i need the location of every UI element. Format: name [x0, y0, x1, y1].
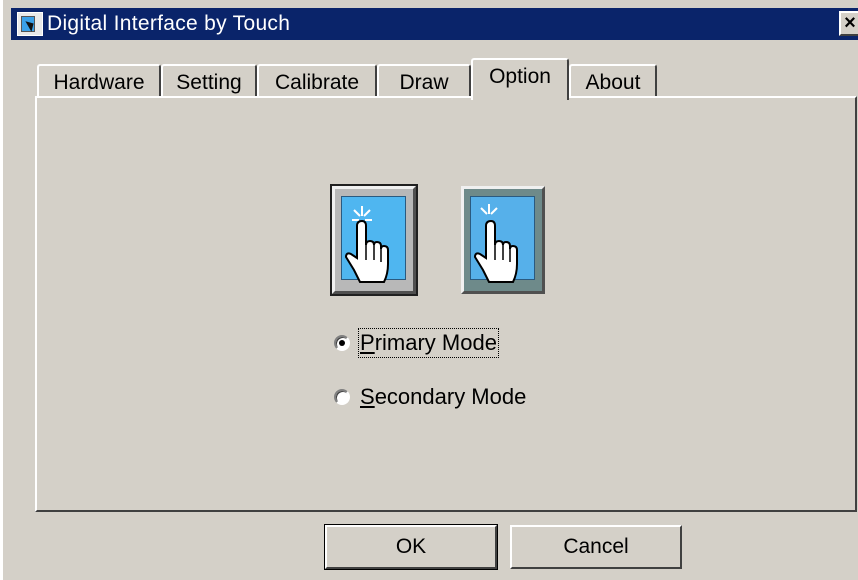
secondary-mode-label: Secondary Mode	[360, 384, 527, 409]
close-button[interactable]: ×	[839, 11, 858, 36]
touch-hand-primary-icon[interactable]	[330, 184, 418, 296]
window-title: Digital Interface by Touch	[47, 12, 291, 35]
cancel-button[interactable]: Cancel	[510, 525, 682, 569]
primary-mode-radio[interactable]: Primary Mode	[334, 328, 499, 358]
tab-option[interactable]: Option	[471, 58, 569, 100]
secondary-mode-radio[interactable]: Secondary Mode	[334, 384, 526, 410]
primary-mode-radio-circle[interactable]	[334, 335, 350, 351]
tab-setting[interactable]: Setting	[161, 64, 257, 98]
ok-button[interactable]: OK	[324, 524, 498, 570]
option-panel: Primary Mode Secondary Mode	[35, 96, 857, 512]
secondary-mode-radio-circle[interactable]	[334, 389, 350, 405]
touch-hand-secondary-icon[interactable]	[461, 186, 545, 294]
app-icon[interactable]	[17, 12, 43, 36]
dialog-window: Digital Interface by Touch × Hardware Se…	[0, 0, 858, 580]
tab-hardware[interactable]: Hardware	[37, 64, 161, 98]
title-bar[interactable]: Digital Interface by Touch ×	[11, 8, 858, 40]
primary-mode-label: Primary Mode	[358, 328, 499, 358]
tab-calibrate[interactable]: Calibrate	[257, 64, 377, 98]
tab-about[interactable]: About	[569, 64, 657, 98]
tab-draw[interactable]: Draw	[377, 64, 471, 98]
